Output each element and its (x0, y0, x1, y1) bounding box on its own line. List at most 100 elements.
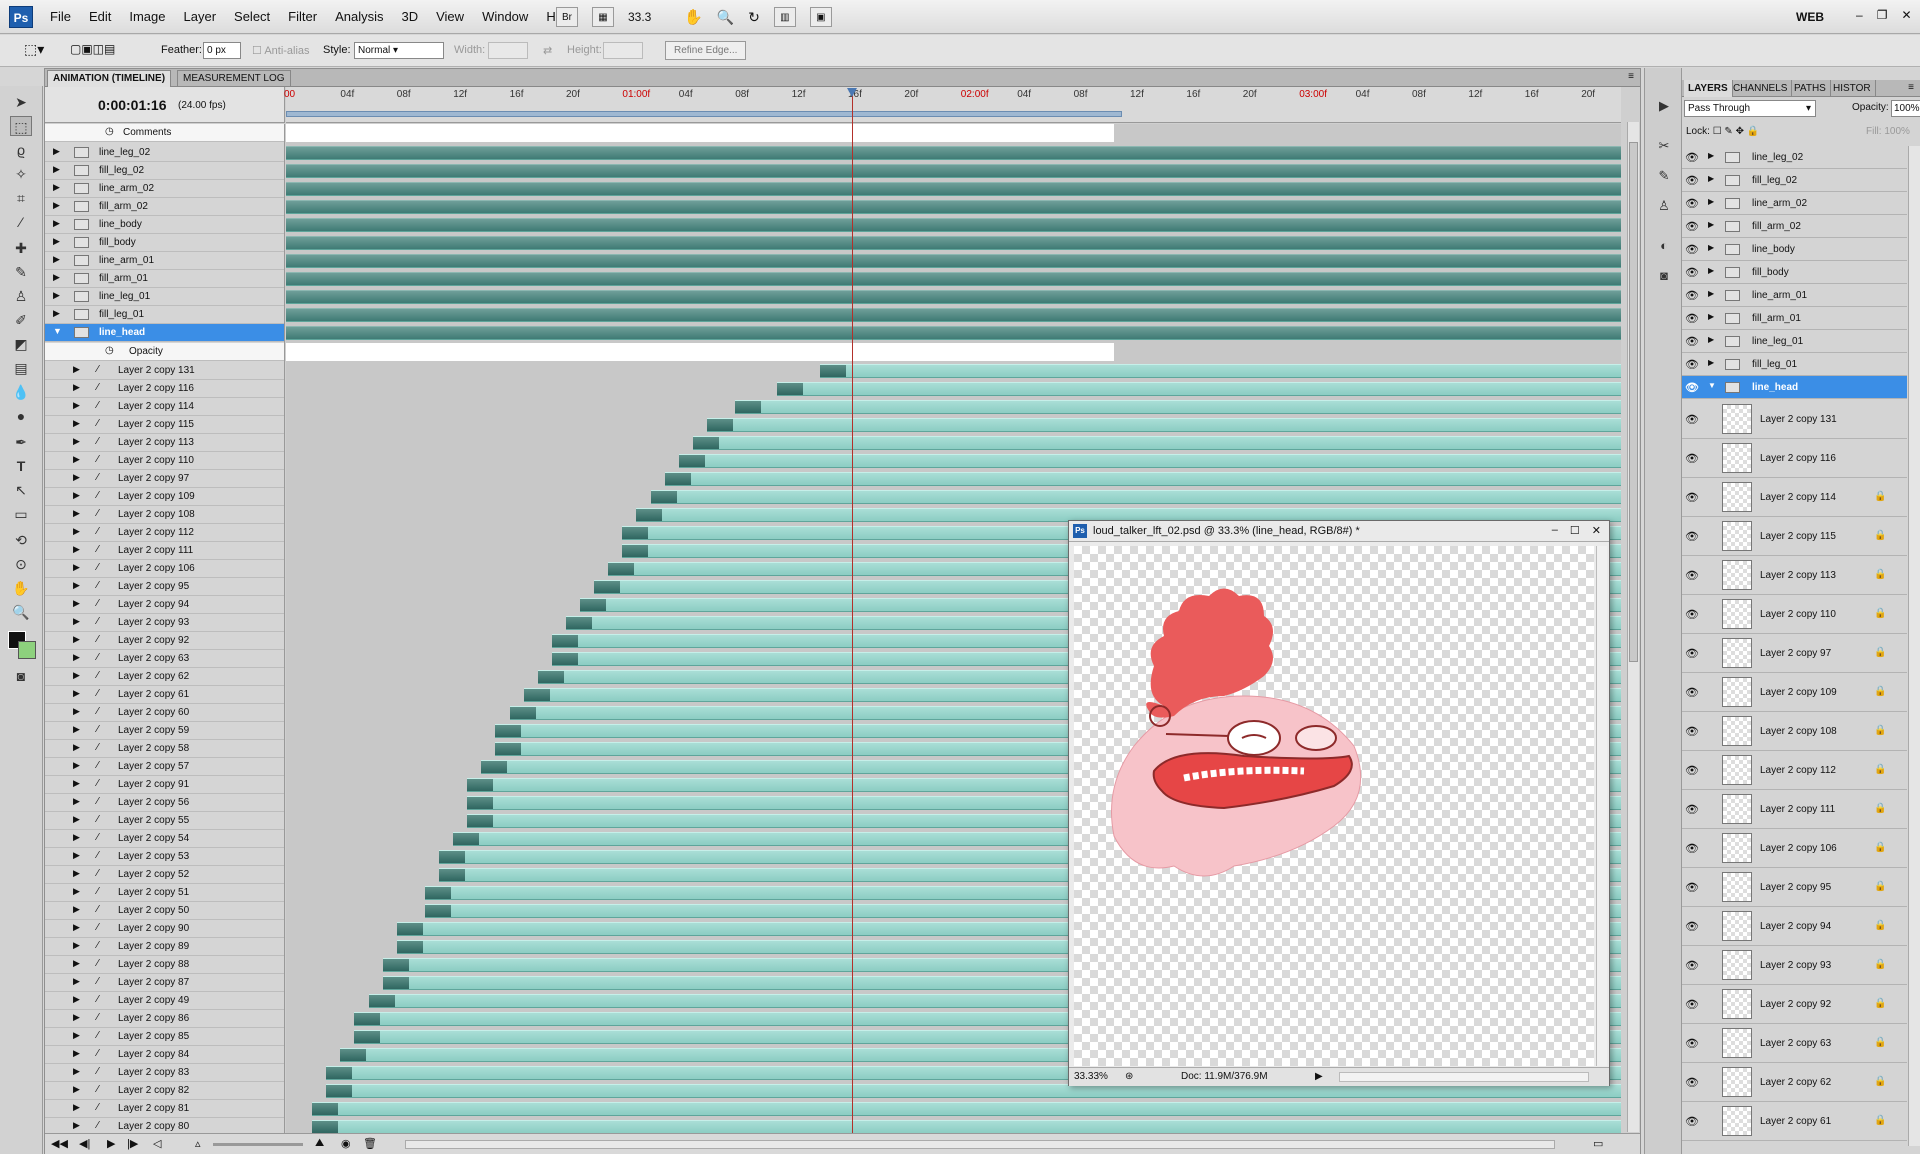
tools-preset-icon[interactable]: ✂ (1654, 138, 1674, 156)
gradient-tool-icon[interactable]: ▤ (10, 358, 32, 378)
zoom-level[interactable]: 33.3 (628, 10, 670, 24)
panel-menu-icon[interactable]: ≡ (1628, 71, 1634, 82)
layer-start-segment[interactable] (467, 778, 494, 792)
zoom-in-timeline-icon[interactable]: ⛰ (315, 1137, 324, 1150)
timeline-layer-row[interactable]: ▶ ⁄ Layer 2 copy 113 (45, 434, 284, 452)
timeline-layer-row[interactable]: ▶ ⁄ Layer 2 copy 131 (45, 362, 284, 380)
marquee-tool-icon[interactable]: ⬚ (10, 116, 32, 136)
current-time[interactable]: 0:00:01:16 (98, 97, 167, 113)
expand-triangle-icon[interactable]: ▶ (73, 958, 80, 969)
timeline-layer-row[interactable]: ▶ ⁄ Layer 2 copy 108 (45, 506, 284, 524)
layer-start-segment[interactable] (312, 1120, 339, 1134)
layer-start-segment[interactable] (692, 436, 719, 450)
layers-item[interactable]: 👁 Layer 2 copy 62 🔒 (1682, 1063, 1907, 1102)
stopwatch-icon[interactable]: ◷ (105, 126, 114, 137)
layer-start-segment[interactable] (382, 958, 409, 972)
layer-start-segment[interactable] (622, 526, 649, 540)
expand-triangle-icon[interactable]: ▶ (53, 254, 60, 265)
expand-triangle-icon[interactable]: ▶ (73, 472, 80, 483)
tab-measurement-log[interactable]: MEASUREMENT LOG (177, 70, 291, 87)
expand-triangle-icon[interactable]: ▶ (73, 886, 80, 897)
visibility-eye-icon[interactable]: 👁 (1685, 686, 1699, 699)
expand-triangle-icon[interactable]: ▶ (73, 904, 80, 915)
layers-item[interactable]: 👁 Layer 2 copy 131 (1682, 400, 1907, 439)
menu-image[interactable]: Image (129, 9, 165, 24)
expand-triangle-icon[interactable]: ▶ (73, 382, 80, 393)
timeline-layer-row[interactable]: ▶ ⁄ Layer 2 copy 114 (45, 398, 284, 416)
expand-triangle-icon[interactable]: ▶ (73, 364, 80, 375)
visibility-eye-icon[interactable]: 👁 (1685, 530, 1699, 543)
layer-start-segment[interactable] (382, 976, 409, 990)
stopwatch-icon[interactable]: ◷ (105, 345, 114, 356)
expand-triangle-icon[interactable]: ▶ (73, 562, 80, 573)
expand-triangle-icon[interactable]: ▶ (53, 236, 60, 247)
onion-skin-icon[interactable]: ◉ (341, 1137, 351, 1150)
menu-edit[interactable]: Edit (89, 9, 111, 24)
background-color-swatch[interactable] (18, 641, 36, 659)
quick-mask-icon[interactable]: ◙ (10, 666, 32, 686)
marquee-preset-icon[interactable]: ⬚▾ (24, 41, 44, 58)
timeline-layer-row[interactable]: ▶ ⁄ Layer 2 copy 106 (45, 560, 284, 578)
visibility-eye-icon[interactable]: 👁 (1685, 842, 1699, 855)
visibility-eye-icon[interactable]: 👁 (1685, 803, 1699, 816)
timeline-layer-row[interactable]: ▶ ⁄ Layer 2 copy 93 (45, 614, 284, 632)
layer-duration-bar[interactable] (312, 1120, 1621, 1134)
layers-group-line_leg_01[interactable]: 👁 ▶ line_leg_01 (1682, 330, 1907, 353)
expand-triangle-icon[interactable]: ▶ (73, 688, 80, 699)
visibility-eye-icon[interactable]: 👁 (1685, 151, 1699, 164)
layers-group-line_arm_02[interactable]: 👁 ▶ line_arm_02 (1682, 192, 1907, 215)
timeline-layer-row[interactable]: ▶ ⁄ Layer 2 copy 57 (45, 758, 284, 776)
layers-item[interactable]: 👁 Layer 2 copy 114 🔒 (1682, 478, 1907, 517)
expand-triangle-icon[interactable]: ▶ (73, 436, 80, 447)
visibility-eye-icon[interactable]: 👁 (1685, 491, 1699, 504)
eraser-icon[interactable]: ◩ (10, 334, 32, 354)
layers-item[interactable]: 👁 Layer 2 copy 108 🔒 (1682, 712, 1907, 751)
layer-duration-bar[interactable] (819, 364, 1621, 378)
expand-triangle-icon[interactable]: ▶ (1708, 358, 1714, 367)
timeline-layer-row[interactable]: ▶ ⁄ Layer 2 copy 83 (45, 1064, 284, 1082)
expand-triangle-icon[interactable]: ▶ (1708, 312, 1714, 321)
layer-start-segment[interactable] (368, 994, 395, 1008)
visibility-eye-icon[interactable]: 👁 (1685, 959, 1699, 972)
expand-triangle-icon[interactable]: ▶ (1708, 220, 1714, 229)
convert-frames-icon[interactable]: ▭ (1593, 1137, 1603, 1150)
timeline-group-fill_arm_02[interactable]: ▶ fill_arm_02 (45, 198, 284, 216)
timeline-layer-row[interactable]: ▶ ⁄ Layer 2 copy 54 (45, 830, 284, 848)
timeline-layer-row[interactable]: ▶ ⁄ Layer 2 copy 60 (45, 704, 284, 722)
expand-triangle-icon[interactable]: ▶ (73, 922, 80, 933)
layers-item[interactable]: 👁 Layer 2 copy 112 🔒 (1682, 751, 1907, 790)
expand-triangle-icon[interactable]: ▶ (1708, 174, 1714, 183)
timeline-layer-row[interactable]: ▶ ⁄ Layer 2 copy 84 (45, 1046, 284, 1064)
status-menu-icon[interactable]: ▶ (1315, 1071, 1323, 1082)
menu-3d[interactable]: 3D (401, 9, 418, 24)
timeline-layer-row[interactable]: ▶ ⁄ Layer 2 copy 51 (45, 884, 284, 902)
layer-start-segment[interactable] (819, 364, 846, 378)
timeline-layer-row[interactable]: ▶ ⁄ Layer 2 copy 55 (45, 812, 284, 830)
timeline-layer-row[interactable]: ▶ ⁄ Layer 2 copy 62 (45, 668, 284, 686)
menu-filter[interactable]: Filter (288, 9, 317, 24)
layer-start-segment[interactable] (354, 1012, 381, 1026)
tab-history[interactable]: HISTOR (1829, 80, 1876, 97)
expand-triangle-icon[interactable]: ▶ (73, 400, 80, 411)
lock-icons[interactable]: ☐ ✎ ✥ 🔒 (1713, 126, 1760, 137)
visibility-eye-icon[interactable]: 👁 (1685, 289, 1699, 302)
document-vertical-scrollbar[interactable] (1596, 546, 1607, 1066)
next-frame-icon[interactable]: |▶ (127, 1137, 138, 1150)
layers-item[interactable]: 👁 Layer 2 copy 113 🔒 (1682, 556, 1907, 595)
timeline-layer-row[interactable]: ▶ ⁄ Layer 2 copy 95 (45, 578, 284, 596)
timeline-layer-row[interactable]: ▶ ⁄ Layer 2 copy 116 (45, 380, 284, 398)
layer-start-segment[interactable] (326, 1066, 353, 1080)
timeline-layer-row[interactable]: ▶ ⁄ Layer 2 copy 80 (45, 1118, 284, 1134)
layer-start-segment[interactable] (735, 400, 762, 414)
screen-mode-icon[interactable]: ▣ (809, 7, 832, 27)
timeline-layer-row[interactable]: ▶ ⁄ Layer 2 copy 49 (45, 992, 284, 1010)
expand-triangle-icon[interactable]: ▶ (73, 1102, 80, 1113)
timeline-group-line_head[interactable]: ▼ line_head (45, 324, 284, 342)
visibility-eye-icon[interactable]: 👁 (1685, 764, 1699, 777)
width-input[interactable] (488, 42, 528, 59)
playhead-line[interactable] (847, 88, 857, 1133)
work-area-bar[interactable] (286, 111, 1122, 117)
delete-keyframe-icon[interactable]: 🗑 (363, 1137, 377, 1150)
expand-triangle-icon[interactable]: ▶ (73, 742, 80, 753)
timeline-layer-row[interactable]: ▶ ⁄ Layer 2 copy 89 (45, 938, 284, 956)
